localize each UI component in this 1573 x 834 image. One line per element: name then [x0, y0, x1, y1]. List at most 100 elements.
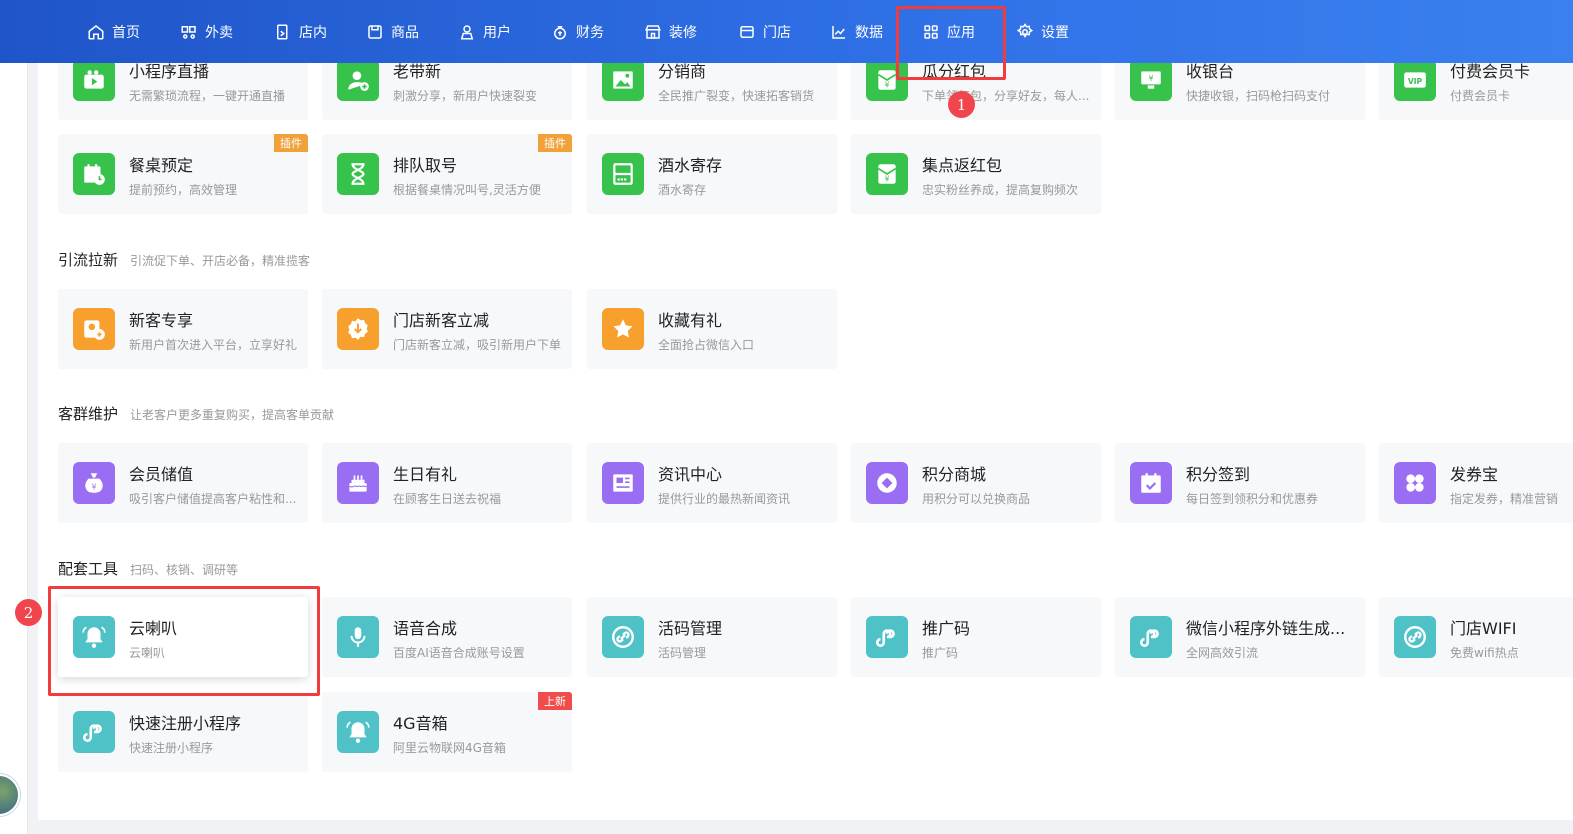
nav-item-home[interactable]: 首页	[87, 0, 140, 63]
app-card-promo-code[interactable]: 推广码 推广码	[851, 597, 1101, 677]
app-card-birthday-gift[interactable]: 生日有礼 在顾客生日送去祝福	[322, 443, 572, 523]
live-stream-icon	[73, 59, 115, 101]
app-card-points-checkin[interactable]: 积分签到 每日签到领积分和优惠券	[1115, 443, 1365, 523]
app-card-queue[interactable]: 排队取号 根据餐桌情况叫号,灵活方便 插件	[322, 134, 572, 214]
nav-item-settings[interactable]: 设置	[1016, 0, 1069, 63]
card-desc: 云喇叭	[129, 646, 166, 660]
new-tag: 上新	[538, 692, 572, 710]
card-title: 会员储值	[129, 465, 194, 484]
nav-label: 外卖	[205, 24, 233, 41]
calendar-clock-icon	[73, 153, 115, 195]
card-desc: 新用户首次进入平台，立享好礼	[129, 338, 298, 352]
section-subtitle: 扫码、核销、调研等	[130, 563, 239, 577]
chart-icon	[832, 25, 845, 39]
nav-item-user[interactable]: 用户	[458, 0, 511, 63]
card-desc: 付费会员卡	[1450, 89, 1511, 103]
nav-item-product[interactable]: 商品	[366, 0, 419, 63]
card-desc: 忠实粉丝养成，提高复购频次	[922, 183, 1079, 197]
mini-program-icon	[73, 711, 115, 753]
nav-item-finance[interactable]: 财务	[551, 0, 604, 63]
plugin-tag: 插件	[274, 134, 308, 152]
section-title: 客群维护	[58, 405, 119, 423]
app-card-member-deposit[interactable]: ¥ 会员储值 吸引客户储值提高客户粘性和...	[58, 443, 308, 523]
vip-card-icon: VIP	[1394, 59, 1436, 101]
card-title: 酒水寄存	[658, 156, 723, 175]
nav-item-data[interactable]: 数据	[830, 0, 883, 63]
bell-icon	[337, 711, 379, 753]
card-desc: 提供行业的最热新闻资讯	[658, 492, 791, 506]
diamond-icon	[866, 462, 908, 504]
section-title-traffic: 引流拉新 引流促下单、开店必备，精准揽客	[58, 249, 310, 270]
mini-program-icon	[866, 616, 908, 658]
card-title: 新客专享	[129, 311, 194, 330]
card-desc: 吸引客户储值提高客户粘性和...	[129, 492, 297, 506]
decoration-icon	[645, 24, 661, 39]
card-title: 活码管理	[658, 619, 723, 638]
nav-item-decoration[interactable]: 装修	[644, 0, 697, 63]
app-card-store-new-discount[interactable]: 门店新客立减 门店新客立减，吸引新用户下单	[322, 289, 572, 369]
app-card-wine-storage[interactable]: 酒水寄存 酒水寄存	[587, 134, 837, 214]
cashier-icon: ¥	[1130, 59, 1172, 101]
card-desc: 在顾客生日送去祝福	[393, 492, 502, 506]
svg-text:¥: ¥	[885, 81, 890, 90]
card-title: 语音合成	[393, 619, 458, 638]
link-icon	[602, 616, 644, 658]
nav-item-takeout[interactable]: 外卖	[180, 0, 233, 63]
nav-label: 用户	[483, 24, 511, 41]
app-card-4g-speaker[interactable]: 4G音箱 阿里云物联网4G音箱 上新	[322, 692, 572, 772]
card-desc: 活码管理	[658, 646, 707, 660]
top-navigation-bar: 首页 外卖 店内 商品 用户 财务 装修 门店 数据 应用 设置	[0, 0, 1573, 63]
svg-text:VIP: VIP	[1408, 77, 1423, 86]
app-card-table-booking[interactable]: 餐桌预定 提前预约，高效管理 插件	[58, 134, 308, 214]
nav-label: 设置	[1041, 24, 1069, 41]
app-card-news-center[interactable]: 资讯中心 提供行业的最热新闻资讯	[587, 443, 837, 523]
app-card-quick-register[interactable]: 快速注册小程序 快速注册小程序	[58, 692, 308, 772]
card-desc: 用积分可以兑换商品	[922, 492, 1031, 506]
card-desc: 刺激分享，新用户快速裂变	[393, 89, 538, 103]
nav-label: 应用	[947, 24, 975, 41]
nav-label: 门店	[763, 24, 791, 41]
svg-text:¥: ¥	[92, 483, 97, 492]
svg-text:¥: ¥	[1149, 74, 1154, 83]
card-desc: 全网高效引流	[1186, 646, 1259, 660]
step-badge-2: 2	[15, 599, 42, 626]
card-title: 发券宝	[1450, 465, 1499, 484]
card-desc: 快速注册小程序	[129, 741, 214, 755]
app-card-point-red-packet[interactable]: ¥ 集点返红包 忠实粉丝养成，提高复购频次	[851, 134, 1101, 214]
nav-item-apps[interactable]: 应用	[922, 0, 975, 63]
nav-item-store[interactable]: 门店	[738, 0, 791, 63]
app-card-live-code[interactable]: 活码管理 活码管理	[587, 597, 837, 677]
nav-label: 装修	[669, 24, 697, 41]
hourglass-icon	[337, 153, 379, 195]
section-title: 引流拉新	[58, 251, 119, 269]
calendar-check-icon	[1130, 462, 1172, 504]
card-title: 推广码	[922, 619, 971, 638]
card-title: 微信小程序外链生成...	[1186, 619, 1346, 638]
referral-icon	[337, 59, 379, 101]
card-title: 积分商城	[922, 465, 987, 484]
app-card-coupon-treasure[interactable]: 发券宝 指定发券，精准营销	[1379, 443, 1573, 523]
app-card-new-customer[interactable]: 新客专享 新用户首次进入平台，立享好礼	[58, 289, 308, 369]
nav-label: 商品	[391, 24, 419, 41]
app-card-cloud-speaker[interactable]: 云喇叭 云喇叭	[58, 597, 308, 677]
card-desc: 快捷收银，扫码枪扫码支付	[1186, 89, 1331, 103]
gear-icon	[1016, 22, 1034, 38]
app-card-points-mall[interactable]: 积分商城 用积分可以兑换商品	[851, 443, 1101, 523]
dine-in-icon	[277, 24, 288, 39]
app-card-wechat-link[interactable]: 微信小程序外链生成... 全网高效引流	[1115, 597, 1365, 677]
card-desc: 阿里云物联网4G音箱	[393, 741, 506, 755]
card-desc: 提前预约，高效管理	[129, 183, 238, 197]
card-title: 集点返红包	[922, 156, 1003, 175]
nav-item-dine-in[interactable]: 店内	[274, 0, 327, 63]
app-card-favorite-gift[interactable]: 收藏有礼 全面抢占微信入口	[587, 289, 837, 369]
card-title: 排队取号	[393, 156, 458, 175]
cake-icon	[337, 462, 379, 504]
mini-program-icon	[1130, 616, 1172, 658]
user-icon	[460, 24, 474, 39]
app-card-speech-synthesis[interactable]: 语音合成 百度AI语音合成账号设置	[322, 597, 572, 677]
card-desc: 根据餐桌情况叫号,灵活方便	[393, 183, 541, 197]
clover-icon	[1394, 462, 1436, 504]
link-icon	[1394, 616, 1436, 658]
nav-label: 店内	[299, 24, 327, 41]
app-card-store-wifi[interactable]: 门店WIFI 免费wifi热点	[1379, 597, 1573, 677]
